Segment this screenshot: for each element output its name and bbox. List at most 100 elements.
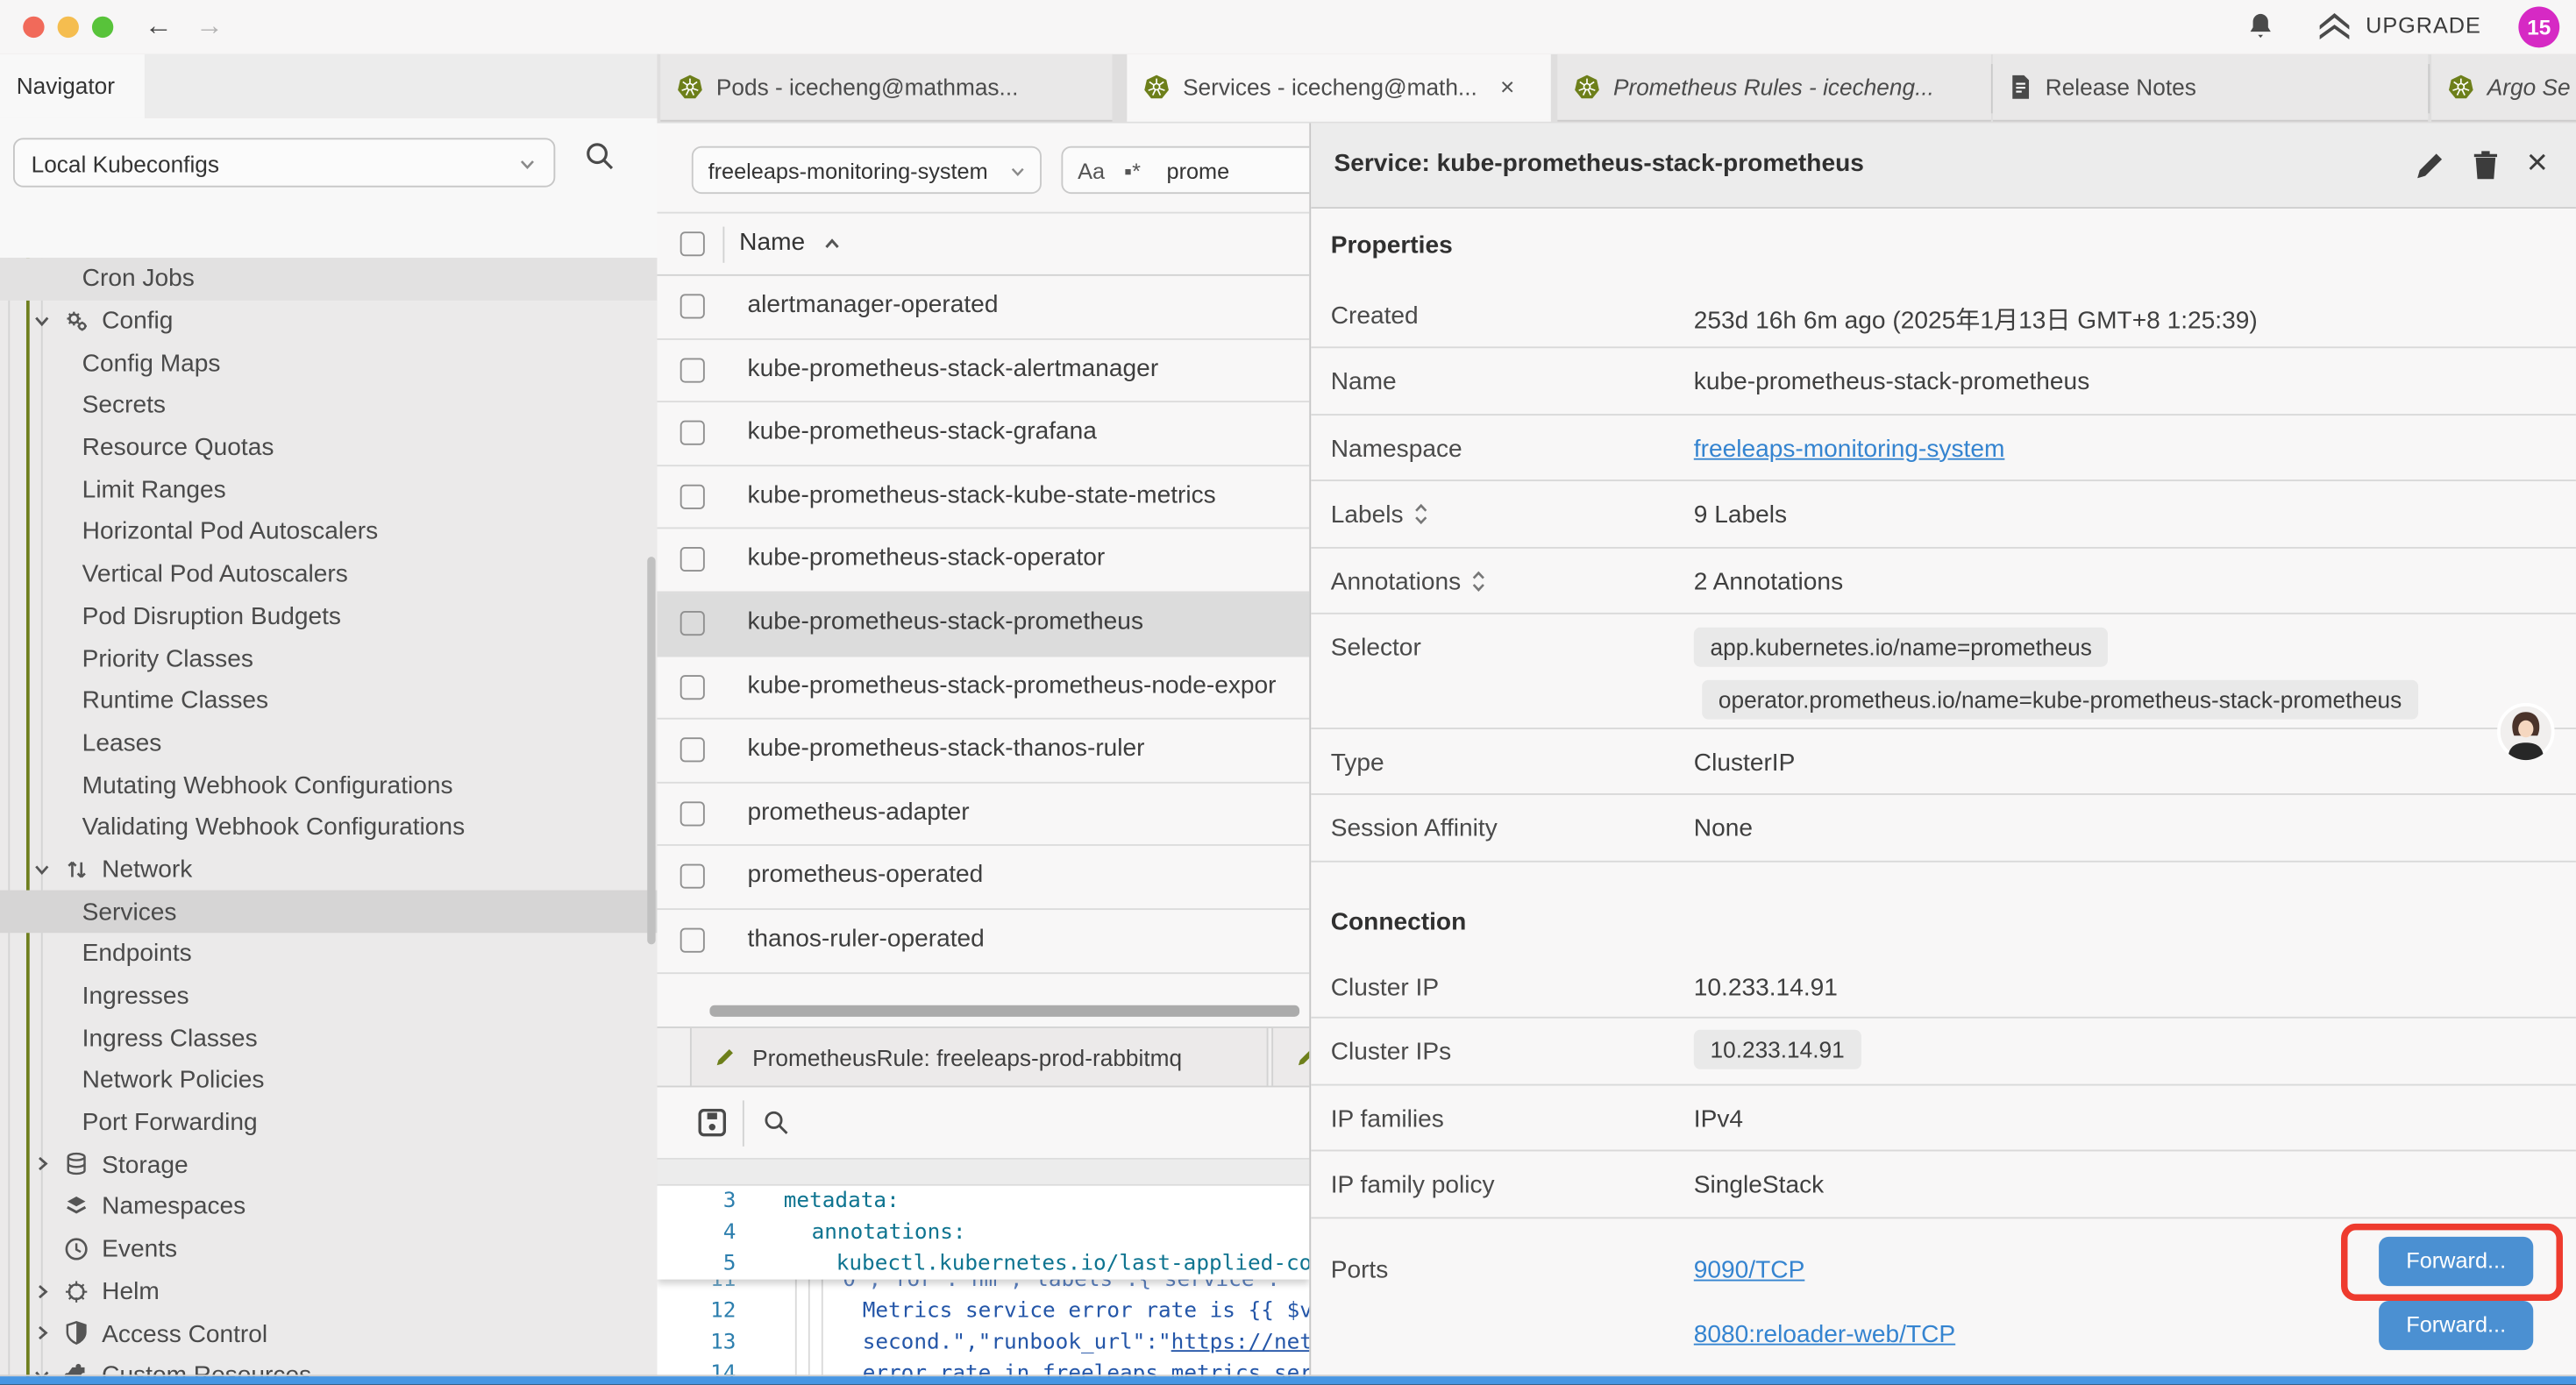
namespace-link[interactable]: freeleaps-monitoring-system xyxy=(1694,435,2005,463)
row-checkbox[interactable] xyxy=(680,674,705,699)
sidebar-item-endpoints[interactable]: Endpoints xyxy=(0,933,657,975)
table-row[interactable]: kube-prometheus-stack-kube-state-metrics xyxy=(657,466,1309,529)
row-checkbox[interactable] xyxy=(680,928,705,953)
horizontal-scrollbar[interactable] xyxy=(709,1005,1299,1017)
row-checkbox[interactable] xyxy=(680,358,705,382)
sidebar-item-config[interactable]: Config xyxy=(0,300,657,342)
table-row[interactable]: kube-prometheus-stack-thanos-ruler xyxy=(657,720,1309,783)
row-checkbox[interactable] xyxy=(680,548,705,572)
close-icon[interactable]: × xyxy=(1500,73,1514,101)
runbook-url-link[interactable]: https://net xyxy=(1171,1331,1310,1355)
chevron-right-icon xyxy=(32,1281,53,1302)
row-checkbox[interactable] xyxy=(680,738,705,763)
table-row[interactable]: kube-prometheus-stack-alertmanager xyxy=(657,339,1309,402)
sidebar-item-events[interactable]: Events xyxy=(0,1228,657,1270)
editor-tab-partial[interactable] xyxy=(1271,1028,1309,1086)
sort-ascending-icon[interactable] xyxy=(822,233,843,254)
sidebar-item-secrets[interactable]: Secrets xyxy=(0,385,657,427)
sidebar-item-cron-jobs[interactable]: Cron Jobs xyxy=(0,258,657,300)
save-icon[interactable] xyxy=(698,1109,726,1137)
sidebar-item-port-forwarding[interactable]: Port Forwarding xyxy=(0,1102,657,1144)
sidebar-item-leases[interactable]: Leases xyxy=(0,722,657,764)
table-row[interactable]: prometheus-operated xyxy=(657,847,1309,910)
sidebar-item-horizontal-pod-autoscalers[interactable]: Horizontal Pod Autoscalers xyxy=(0,511,657,553)
sidebar-item-config-maps[interactable]: Config Maps xyxy=(0,342,657,384)
toolbar-divider xyxy=(743,1100,744,1146)
maximize-traffic-light[interactable] xyxy=(92,17,113,38)
row-checkbox[interactable] xyxy=(680,484,705,508)
sidebar-item-resource-quotas[interactable]: Resource Quotas xyxy=(0,427,657,469)
sidebar-item-helm[interactable]: Helm xyxy=(0,1270,657,1312)
editor-collapsed-band[interactable] xyxy=(657,1160,1309,1186)
chevron-down-icon xyxy=(1008,162,1027,181)
filter-input[interactable]: Aa ▪* prome xyxy=(1061,146,1309,194)
table-row[interactable]: kube-prometheus-stack-operator xyxy=(657,529,1309,593)
upgrade-label[interactable]: UPGRADE xyxy=(2366,13,2481,38)
sidebar-item-limit-ranges[interactable]: Limit Ranges xyxy=(0,469,657,511)
table-row[interactable]: prometheus-adapter xyxy=(657,783,1309,846)
table-row[interactable]: kube-prometheus-stack-grafana xyxy=(657,402,1309,465)
forward-arrow-icon[interactable]: → xyxy=(196,6,224,46)
back-arrow-icon[interactable]: ← xyxy=(145,6,173,46)
yaml-editor[interactable]: 110","for":"nm","labels":{"service":" 12… xyxy=(657,1186,1309,1385)
tab-pods[interactable]: Pods - icecheng@mathmas... xyxy=(660,54,1112,122)
regex-toggle[interactable]: ▪* xyxy=(1124,160,1141,184)
sidebar-item-ingress-classes[interactable]: Ingress Classes xyxy=(0,1018,657,1060)
forward-button-8080[interactable]: Forward... xyxy=(2379,1300,2533,1349)
bell-icon[interactable] xyxy=(2247,11,2274,43)
row-checkbox[interactable] xyxy=(680,294,705,318)
upgrade-icon[interactable] xyxy=(2318,11,2351,43)
forward-button-9090[interactable]: Forward... xyxy=(2379,1236,2533,1285)
window-bottom-accent-bar xyxy=(0,1376,2576,1384)
sidebar-item-access-control[interactable]: Access Control xyxy=(0,1312,657,1354)
sidebar-item-mutating-webhook-configurations[interactable]: Mutating Webhook Configurations xyxy=(0,764,657,806)
namespace-selector[interactable]: freeleaps-monitoring-system xyxy=(692,146,1042,194)
search-icon[interactable] xyxy=(583,139,616,172)
navigator-sidebar: Navigator Local Kubeconfigs Cron Jobs Co… xyxy=(0,54,658,1385)
search-icon[interactable] xyxy=(762,1109,790,1137)
tab-release-notes[interactable]: Release Notes xyxy=(1993,54,2429,122)
sidebar-scrollbar[interactable] xyxy=(647,557,655,944)
editor-tab-prometheusrule[interactable]: PrometheusRule: freeleaps-prod-rabbitmq xyxy=(690,1028,1269,1086)
column-header-name[interactable]: Name xyxy=(739,228,805,256)
tab-prometheus-rules[interactable]: Prometheus Rules - icecheng... xyxy=(1557,54,1991,122)
row-checkbox[interactable] xyxy=(680,864,705,889)
minimize-traffic-light[interactable] xyxy=(58,17,79,38)
row-checkbox[interactable] xyxy=(680,421,705,445)
match-case-toggle[interactable]: Aa xyxy=(1078,160,1105,184)
row-checkbox[interactable] xyxy=(680,801,705,826)
avatar[interactable] xyxy=(2497,703,2555,761)
sidebar-item-vertical-pod-autoscalers[interactable]: Vertical Pod Autoscalers xyxy=(0,553,657,595)
table-row-selected[interactable]: kube-prometheus-stack-prometheus xyxy=(657,593,1309,656)
sidebar-item-priority-classes[interactable]: Priority Classes xyxy=(0,637,657,679)
editor-line-4: 4annotations: xyxy=(657,1217,1309,1248)
tab-argo[interactable]: Argo Se xyxy=(2431,54,2576,122)
sidebar-item-network[interactable]: Network xyxy=(0,849,657,891)
sidebar-item-namespaces[interactable]: Namespaces xyxy=(0,1186,657,1228)
delete-trash-icon[interactable] xyxy=(2469,150,2501,182)
pencil-icon xyxy=(715,1047,736,1068)
expand-toggle-icon[interactable] xyxy=(1413,503,1430,526)
table-row[interactable]: thanos-ruler-operated xyxy=(657,910,1309,973)
row-checkbox[interactable] xyxy=(680,611,705,636)
tab-services[interactable]: Services - icecheng@math... × xyxy=(1127,54,1550,122)
sidebar-item-services[interactable]: Services xyxy=(0,891,657,933)
table-row[interactable]: kube-prometheus-stack-prometheus-node-ex… xyxy=(657,657,1309,720)
expand-toggle-icon[interactable] xyxy=(1470,569,1487,592)
sidebar-item-pod-disruption-budgets[interactable]: Pod Disruption Budgets xyxy=(0,595,657,637)
sidebar-item-network-policies[interactable]: Network Policies xyxy=(0,1060,657,1102)
edit-pencil-icon[interactable] xyxy=(2413,150,2445,182)
select-all-checkbox[interactable] xyxy=(680,231,705,256)
port-link-9090[interactable]: 9090/TCP xyxy=(1694,1256,1805,1284)
sidebar-item-runtime-classes[interactable]: Runtime Classes xyxy=(0,679,657,721)
sidebar-item-validating-webhook-configurations[interactable]: Validating Webhook Configurations xyxy=(0,806,657,849)
port-link-8080[interactable]: 8080:reloader-web/TCP xyxy=(1694,1320,1955,1348)
close-icon[interactable]: × xyxy=(2527,141,2559,174)
close-traffic-light[interactable] xyxy=(23,17,44,38)
sidebar-item-storage[interactable]: Storage xyxy=(0,1144,657,1186)
kubeconfig-selector[interactable]: Local Kubeconfigs xyxy=(13,138,555,187)
chevron-down-icon xyxy=(32,858,53,879)
sidebar-item-ingresses[interactable]: Ingresses xyxy=(0,975,657,1017)
notification-count-badge[interactable]: 15 xyxy=(2518,6,2559,47)
table-row[interactable]: alertmanager-operated xyxy=(657,276,1309,339)
